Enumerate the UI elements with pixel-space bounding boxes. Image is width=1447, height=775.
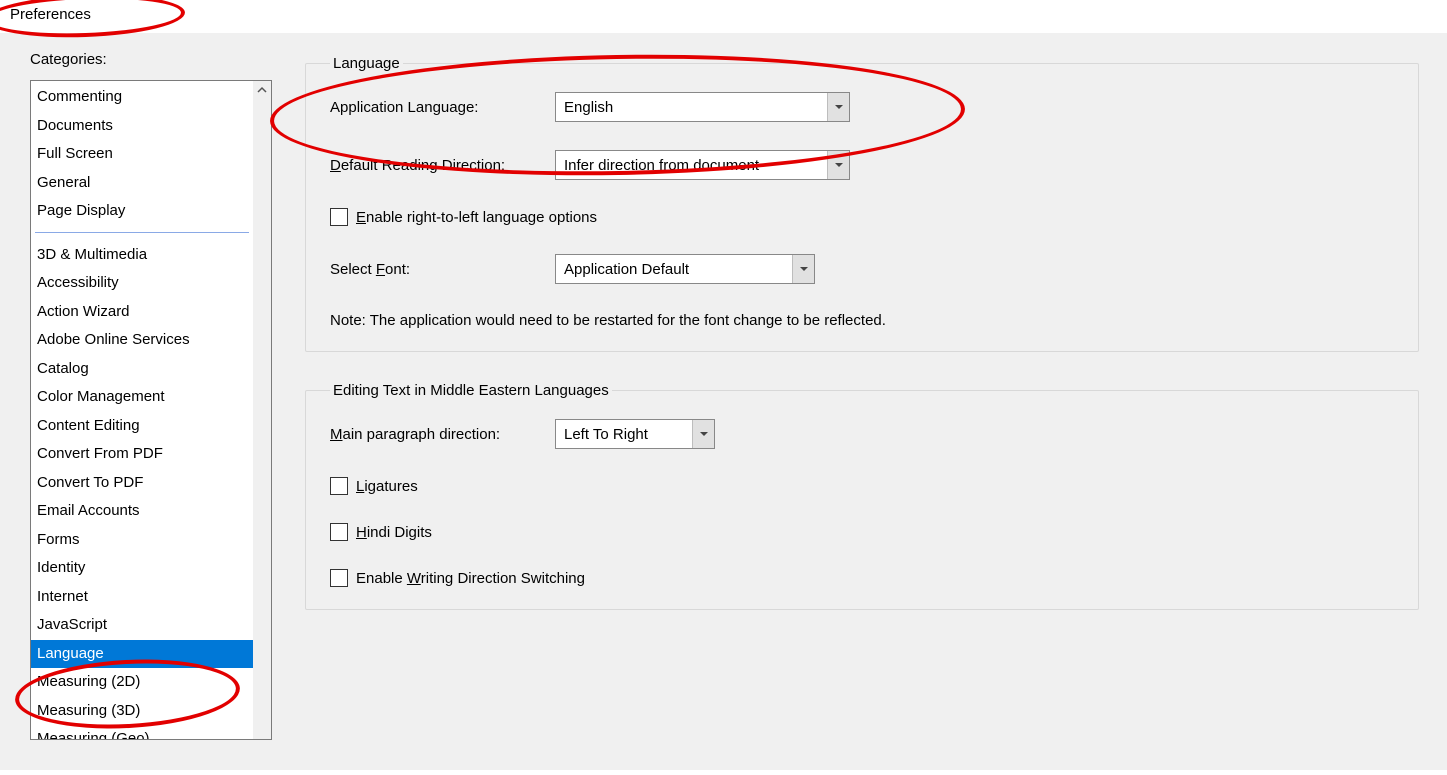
list-separator: [35, 232, 249, 233]
category-item[interactable]: Measuring (2D): [31, 668, 253, 697]
category-item[interactable]: General: [31, 169, 253, 198]
category-item[interactable]: Language: [31, 640, 253, 669]
category-item[interactable]: 3D & Multimedia: [31, 241, 253, 270]
font-note: Note: The application would need to be r…: [330, 312, 1394, 329]
category-item[interactable]: Measuring (3D): [31, 697, 253, 726]
category-item[interactable]: Email Accounts: [31, 497, 253, 526]
reading-direction-dropdown[interactable]: Infer direction from document: [555, 150, 850, 180]
preferences-content: Categories: CommentingDocumentsFull Scre…: [0, 33, 1447, 770]
category-item[interactable]: Commenting: [31, 83, 253, 112]
category-item[interactable]: Content Editing: [31, 412, 253, 441]
window-title: Preferences: [0, 0, 1447, 33]
left-panel: Categories: CommentingDocumentsFull Scre…: [0, 33, 275, 770]
group-language-legend: Language: [330, 55, 403, 72]
main-paragraph-dir-value: Left To Right: [556, 426, 692, 443]
group-middle-eastern-legend: Editing Text in Middle Eastern Languages: [330, 382, 612, 399]
categories-label: Categories:: [30, 51, 275, 68]
app-language-value: English: [556, 99, 827, 116]
select-font-value: Application Default: [556, 261, 792, 278]
chevron-down-icon: [827, 151, 849, 179]
category-item[interactable]: Color Management: [31, 383, 253, 412]
chevron-down-icon: [827, 93, 849, 121]
group-language: Language Application Language: English D…: [305, 55, 1419, 352]
listbox-scrollbar[interactable]: [253, 81, 271, 739]
category-item[interactable]: Catalog: [31, 355, 253, 384]
hindi-digits-label: Hindi Digits: [356, 524, 432, 541]
ligatures-checkbox[interactable]: [330, 477, 348, 495]
category-item[interactable]: Action Wizard: [31, 298, 253, 327]
category-item[interactable]: JavaScript: [31, 611, 253, 640]
app-language-label: Application Language:: [330, 99, 555, 116]
category-item[interactable]: Page Display: [31, 197, 253, 226]
main-paragraph-dir-label: Main paragraph direction:: [330, 426, 555, 443]
writing-direction-checkbox[interactable]: [330, 569, 348, 587]
scroll-up-icon[interactable]: [253, 81, 271, 99]
category-item[interactable]: Adobe Online Services: [31, 326, 253, 355]
chevron-down-icon: [692, 420, 714, 448]
category-item[interactable]: Forms: [31, 526, 253, 555]
enable-rtl-checkbox[interactable]: [330, 208, 348, 226]
category-item[interactable]: Internet: [31, 583, 253, 612]
category-item[interactable]: Full Screen: [31, 140, 253, 169]
select-font-label: Select Font:: [330, 261, 555, 278]
app-language-dropdown[interactable]: English: [555, 92, 850, 122]
category-item[interactable]: Convert To PDF: [31, 469, 253, 498]
writing-direction-label: Enable Writing Direction Switching: [356, 570, 585, 587]
hindi-digits-checkbox[interactable]: [330, 523, 348, 541]
main-paragraph-dir-dropdown[interactable]: Left To Right: [555, 419, 715, 449]
category-item[interactable]: Convert From PDF: [31, 440, 253, 469]
ligatures-label: Ligatures: [356, 478, 418, 495]
select-font-dropdown[interactable]: Application Default: [555, 254, 815, 284]
category-item[interactable]: Accessibility: [31, 269, 253, 298]
reading-direction-value: Infer direction from document: [556, 157, 827, 174]
enable-rtl-label: Enable right-to-left language options: [356, 209, 597, 226]
category-item[interactable]: Measuring (Geo): [31, 725, 253, 739]
chevron-down-icon: [792, 255, 814, 283]
category-item[interactable]: Documents: [31, 112, 253, 141]
categories-listbox[interactable]: CommentingDocumentsFull ScreenGeneralPag…: [30, 80, 272, 740]
right-panel: Language Application Language: English D…: [275, 33, 1447, 770]
reading-direction-label: Default Reading Direction:: [330, 157, 555, 174]
group-middle-eastern: Editing Text in Middle Eastern Languages…: [305, 382, 1419, 610]
category-item[interactable]: Identity: [31, 554, 253, 583]
